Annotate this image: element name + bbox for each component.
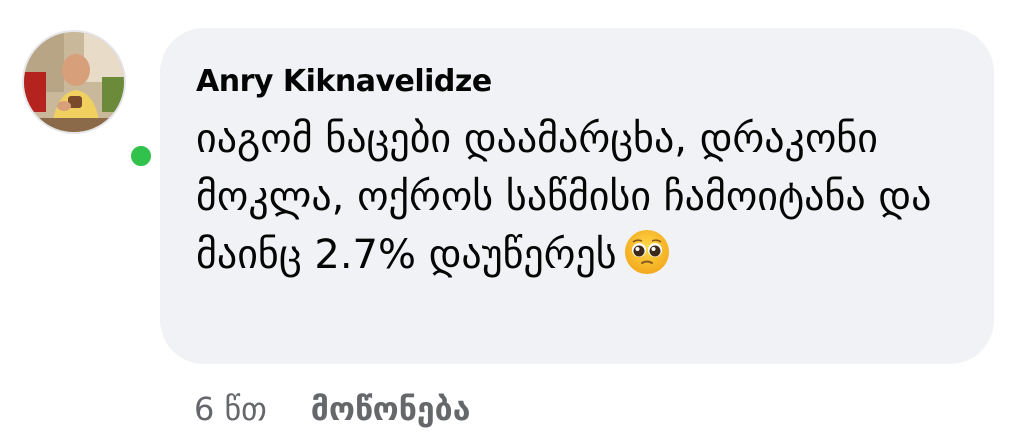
comment-text: იაგომ ნაცები დაამარცხა, დრაკონი მოკლა, ო… <box>196 116 932 278</box>
like-button[interactable]: მოწონება <box>311 390 471 428</box>
comment: Anry Kiknavelidze იაგომ ნაცები დაამარცხა… <box>0 0 1024 436</box>
pleading-face-emoji <box>623 228 671 292</box>
avatar-container[interactable] <box>22 30 156 171</box>
comment-timestamp[interactable]: 6 წთ <box>194 390 267 428</box>
avatar-image <box>24 32 124 132</box>
comment-bubble: Anry Kiknavelidze იაგომ ნაცები დაამარცხა… <box>160 28 994 364</box>
comment-text-container: იაგომ ნაცები დაამარცხა, დრაკონი მოკლა, ო… <box>196 110 976 292</box>
author-name[interactable]: Anry Kiknavelidze <box>196 62 958 102</box>
avatar[interactable] <box>22 30 126 134</box>
comment-actions: 6 წთ მოწონება <box>194 384 470 434</box>
online-status-dot <box>126 141 156 171</box>
